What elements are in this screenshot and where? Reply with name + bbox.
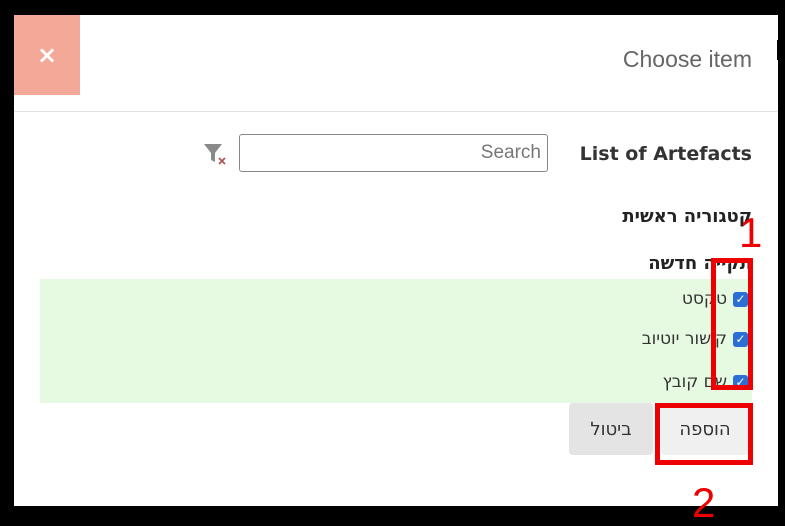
item-label: קישור יוטיוב [641, 329, 727, 349]
list-label: List of Artefacts [579, 143, 752, 165]
cancel-button[interactable]: ביטול [569, 403, 653, 455]
item-label: טקסט [681, 289, 727, 309]
close-icon: × [36, 41, 58, 69]
add-button[interactable]: הוספה [661, 403, 749, 455]
header-divider [14, 111, 778, 112]
checkbox-checked-icon[interactable]: ✓ [733, 331, 748, 347]
filter-clear-icon[interactable] [202, 141, 228, 167]
checkbox-checked-icon[interactable]: ✓ [733, 374, 748, 390]
checkbox-checked-icon[interactable]: ✓ [733, 291, 748, 307]
list-item[interactable]: ✓ שם קובץ [663, 370, 748, 394]
modal-title: Choose item [622, 46, 752, 72]
frame-edge [777, 40, 785, 60]
close-button[interactable]: × [14, 15, 80, 95]
annotation-number-1: 1 [739, 209, 763, 256]
list-item[interactable]: ✓ קישור יוטיוב [642, 327, 748, 351]
list-item[interactable]: ✓ טקסט [682, 287, 748, 311]
item-label: שם קובץ [662, 372, 727, 392]
subcategory-heading: תקייה חדשה [648, 253, 752, 274]
annotation-number-2: 2 [692, 479, 716, 526]
search-input[interactable] [239, 134, 548, 172]
choose-item-modal: × Choose item List of Artefacts קטגוריה … [14, 15, 778, 506]
category-heading: קטגוריה ראשית [622, 206, 752, 227]
